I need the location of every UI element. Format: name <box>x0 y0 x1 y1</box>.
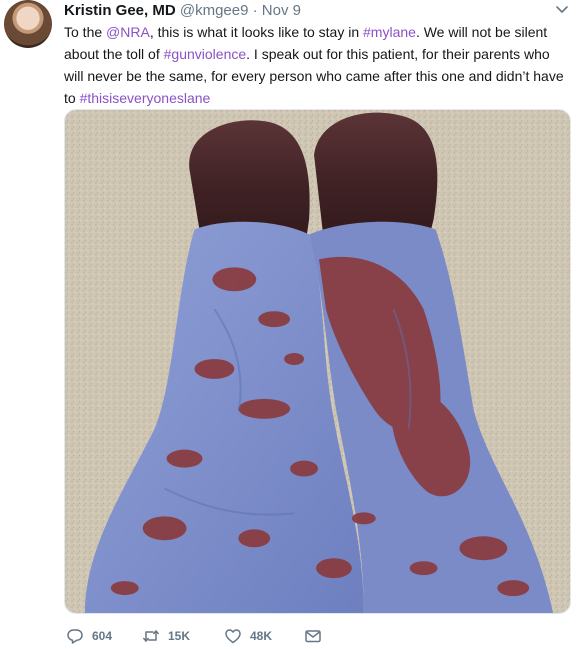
hashtag-link-thisiseveryoneslane[interactable]: #thisiseveryoneslane <box>80 90 211 106</box>
photo-image <box>65 110 570 613</box>
avatar[interactable] <box>4 0 52 48</box>
direct-message-button[interactable] <box>304 626 330 646</box>
hashtag-link-gunviolence[interactable]: #gunviolence <box>164 46 247 62</box>
author-name[interactable]: Kristin Gee, MD <box>64 2 176 19</box>
mention-link-nra[interactable]: @NRA <box>106 24 150 40</box>
tweet-text-segment: , this is what it looks like to stay in <box>149 24 364 40</box>
tweet-text-segment: To the <box>64 24 107 40</box>
envelope-icon <box>305 630 321 643</box>
reply-icon <box>67 629 83 644</box>
tweet-actions: 604 15K 48K <box>64 626 484 646</box>
like-button[interactable]: 48K <box>224 626 272 646</box>
like-count: 48K <box>250 629 273 643</box>
hashtag-link-mylane[interactable]: #mylane <box>363 24 416 40</box>
author-handle[interactable]: @kmgee9 <box>180 2 249 19</box>
retweet-button[interactable]: 15K <box>142 626 190 646</box>
retweet-count: 15K <box>168 629 191 643</box>
tweet[interactable]: Kristin Gee, MD @kmgee9 · Nov 9 To the @… <box>0 0 578 649</box>
tweet-header: Kristin Gee, MD @kmgee9 · Nov 9 <box>64 1 534 21</box>
tweet-photo[interactable] <box>64 109 571 614</box>
reply-count: 604 <box>92 629 113 643</box>
chevron-down-icon[interactable] <box>554 1 570 17</box>
heart-icon <box>225 629 241 644</box>
tweet-text: To the @NRA, this is what it looks like … <box>64 21 564 109</box>
tweet-timestamp[interactable]: Nov 9 <box>262 2 301 19</box>
separator-dot: · <box>252 2 258 19</box>
retweet-icon <box>143 630 159 642</box>
reply-button[interactable]: 604 <box>66 626 112 646</box>
